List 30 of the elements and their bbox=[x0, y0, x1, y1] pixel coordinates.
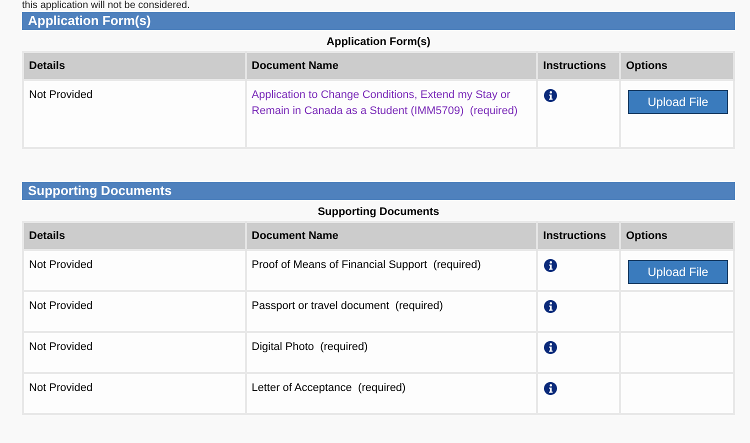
table-caption: Application Form(s) bbox=[326, 36, 430, 48]
table-cell: Not Provided bbox=[23, 250, 246, 291]
info-icon[interactable] bbox=[544, 382, 558, 395]
document-link[interactable]: Application to Change Conditions, Extend my Stay or Remain in Canada as a Student (IMM5709) (required) bbox=[252, 87, 532, 119]
table-cell: Not Provided bbox=[23, 373, 246, 414]
document-name: Passport or travel document (required) bbox=[252, 299, 444, 314]
info-icon[interactable] bbox=[544, 341, 558, 354]
column-header: Details bbox=[23, 222, 246, 250]
column-header: Document Name bbox=[246, 222, 538, 250]
table-cell: Not Provided bbox=[23, 80, 246, 148]
document-name: Digital Photo (required) bbox=[252, 340, 369, 355]
table-caption: Supporting Documents bbox=[318, 206, 440, 218]
document-name: Proof of Means of Financial Support (required) bbox=[252, 258, 482, 273]
table-cell: Not Provided bbox=[23, 332, 246, 373]
column-header: Details bbox=[23, 52, 246, 80]
column-header: Instructions bbox=[537, 222, 620, 250]
column-header: Options bbox=[620, 222, 734, 250]
info-icon[interactable] bbox=[544, 259, 558, 272]
upload-file-button[interactable]: Upload File bbox=[628, 260, 728, 284]
document-name: Letter of Acceptance (required) bbox=[252, 381, 407, 396]
section-header: Application Form(s) bbox=[22, 12, 735, 30]
section-header: Supporting Documents bbox=[22, 182, 735, 200]
table-cell: Not Provided bbox=[23, 291, 246, 332]
info-icon[interactable] bbox=[544, 89, 558, 102]
column-header: Options bbox=[620, 52, 734, 80]
info-icon[interactable] bbox=[544, 300, 558, 313]
column-header: Instructions bbox=[537, 52, 620, 80]
intro-text: this application will not be considered. bbox=[22, 0, 191, 11]
upload-file-button[interactable]: Upload File bbox=[628, 90, 728, 114]
column-header: Document Name bbox=[246, 52, 538, 80]
